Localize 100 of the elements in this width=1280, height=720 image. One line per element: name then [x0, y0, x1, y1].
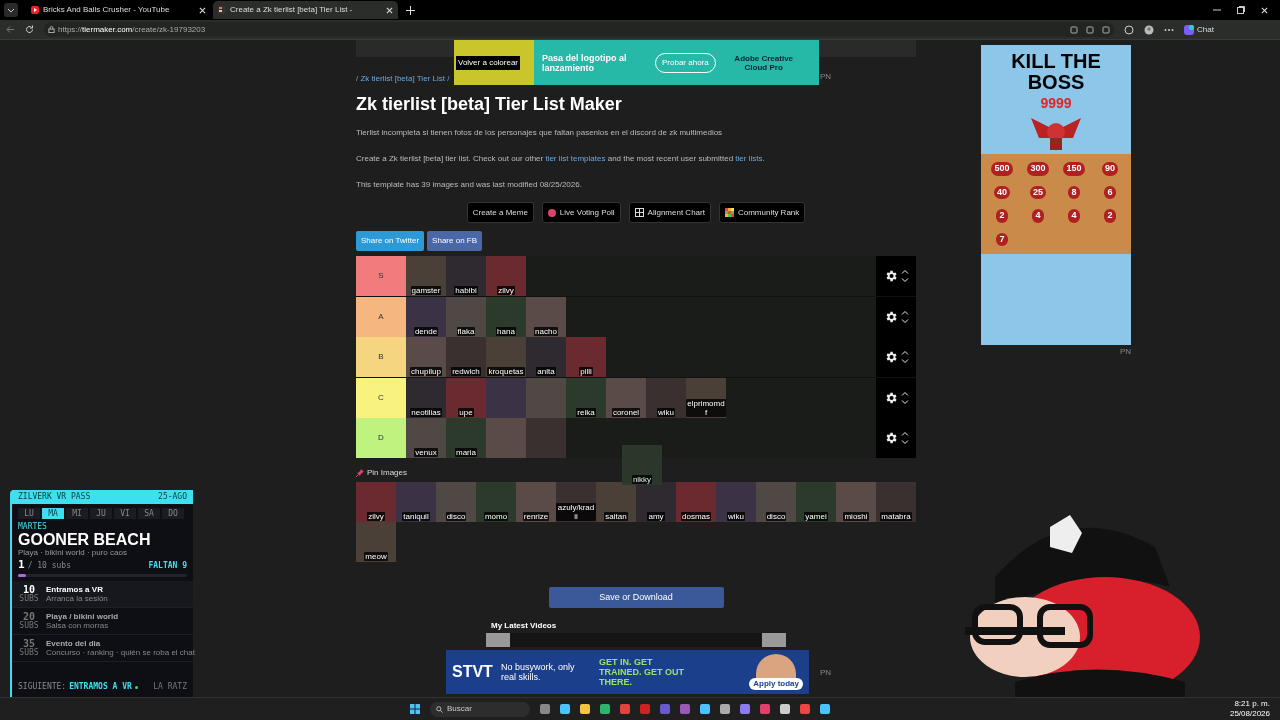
game-advertisement[interactable]: KILL THE BOSS 9999 500 300 150 90 40 25 8 6 2 4 4 2 7	[981, 45, 1131, 345]
profile-avatar-icon[interactable]	[1144, 24, 1154, 35]
photo-placeholder[interactable]: dende	[406, 296, 446, 337]
chevron-up-icon[interactable]	[900, 350, 909, 355]
ad-badge: Volver a colorear	[456, 55, 521, 70]
reload-icon[interactable]	[25, 25, 34, 34]
more-icon[interactable]	[1164, 27, 1174, 32]
photo-placeholder[interactable]: dosmas	[676, 482, 716, 522]
photo-placeholder[interactable]: momo	[476, 482, 516, 522]
photo-placeholder[interactable]: reika	[566, 377, 606, 418]
chevron-down-icon[interactable]	[900, 399, 909, 405]
photo-placeholder[interactable]: hana	[486, 296, 526, 337]
text-link[interactable]: tier list templates	[545, 154, 606, 163]
photo-placeholder[interactable]: anita	[526, 337, 566, 377]
photo-placeholder[interactable]: mioshi	[836, 482, 876, 522]
plus-icon[interactable]	[406, 5, 415, 15]
action-button[interactable]: Create a Meme	[466, 202, 534, 223]
day-tab[interactable]: VI	[114, 508, 136, 519]
day-tab[interactable]: MI	[66, 508, 88, 519]
photo-placeholder[interactable]: upe	[446, 377, 486, 418]
photo-placeholder[interactable]: neotilias	[406, 377, 446, 418]
photo-placeholder[interactable]: pilli	[566, 337, 606, 377]
start-icon[interactable]	[410, 704, 420, 714]
image-caption: flaka	[456, 326, 476, 336]
day-tab[interactable]: SA	[138, 508, 160, 519]
photo-placeholder[interactable]: chupilup	[406, 337, 446, 377]
dot-icon	[547, 208, 556, 217]
milestone-number: 20	[22, 612, 35, 622]
photo-placeholder[interactable]: maria	[446, 418, 486, 458]
photo-placeholder[interactable]: renrize	[516, 482, 556, 522]
photo-placeholder[interactable]: zilvy	[356, 482, 396, 522]
breadcrumb-link[interactable]: / Zk tierlist [beta] Tier List /	[356, 73, 450, 85]
pin-icon[interactable]	[356, 469, 364, 477]
photo-placeholder[interactable]: yamei	[796, 482, 836, 522]
day-tab[interactable]: JU	[90, 508, 112, 519]
chevron-down-icon[interactable]	[900, 440, 909, 445]
chevron-down-icon[interactable]	[900, 359, 909, 364]
image-caption: mioshi	[843, 512, 869, 521]
photo-placeholder[interactable]: wiku	[646, 377, 686, 418]
minimize-icon[interactable]	[1213, 6, 1221, 14]
browser-tab[interactable]: Create a Zk tierlist [beta] Tier List -	[213, 1, 398, 19]
restore-icon[interactable]	[1237, 6, 1245, 14]
back-icon[interactable]	[6, 25, 15, 34]
action-button[interactable]: Live Voting Poll	[541, 202, 621, 223]
tab-list-icon[interactable]	[4, 3, 18, 17]
photo-placeholder[interactable]: nacho	[526, 296, 566, 337]
day-tab[interactable]: DO	[162, 508, 184, 519]
video-thumbnail[interactable]	[486, 633, 510, 647]
photo-placeholder[interactable]: matabra	[876, 482, 916, 522]
video-thumbnail[interactable]	[762, 633, 786, 647]
action-button[interactable]: Community Rank	[718, 202, 806, 223]
copilot-logo-icon[interactable]	[1184, 24, 1194, 35]
pin-images-label[interactable]: Pin Images	[367, 467, 408, 479]
image-caption: maria	[455, 448, 477, 457]
photo-placeholder[interactable]: taniquil	[396, 482, 436, 522]
photo-placeholder[interactable]: zilvy	[486, 256, 526, 296]
advertisement-banner[interactable]: Volver a colorear Pasa del logotipo al lanzamiento Probar ahora Adobe Creative Cloud Pro	[454, 40, 819, 85]
photo-placeholder[interactable]: nikky	[622, 445, 662, 485]
next-label: SIGUIENTE:	[18, 681, 67, 693]
overlay-title: ZILVERK VR PASS	[18, 491, 91, 503]
photo-placeholder[interactable]: disco	[436, 482, 476, 522]
photo-placeholder[interactable]: redwich	[446, 337, 486, 377]
milestone-number: 10	[22, 585, 35, 595]
chevron-up-icon[interactable]	[900, 431, 909, 436]
photo-placeholder[interactable]: disco	[756, 482, 796, 522]
photo-placeholder[interactable]: azuly/kradii	[556, 482, 596, 522]
image-caption: zilvy	[367, 512, 385, 521]
day-tab[interactable]: LU	[18, 508, 40, 519]
photo-placeholder[interactable]: gamster	[406, 256, 446, 296]
chevron-down-icon[interactable]	[900, 318, 909, 324]
photo-placeholder[interactable]: wiku	[716, 482, 756, 522]
photo-placeholder[interactable]: meow	[356, 522, 396, 562]
photo-placeholder[interactable]: kroquetas	[486, 337, 526, 377]
photo-placeholder[interactable]: coronel	[606, 377, 646, 418]
milestone-subtitle: Concurso · ranking · quién se roba el chat	[46, 648, 195, 657]
chevron-up-icon[interactable]	[900, 269, 909, 274]
chevron-up-icon[interactable]	[900, 309, 909, 315]
ad-number: 40	[994, 185, 1010, 199]
close-icon[interactable]	[199, 6, 206, 14]
save-button[interactable]: Save or Download	[548, 587, 724, 608]
action-button[interactable]: Alignment Chart	[628, 202, 711, 223]
photo-placeholder[interactable]: elprimomdf	[686, 377, 726, 418]
chevron-up-icon[interactable]	[900, 390, 909, 396]
search-field[interactable]: Buscar	[430, 701, 530, 717]
image-caption: disco	[765, 512, 787, 521]
chat-button[interactable]: Chat	[1197, 23, 1214, 36]
day-tab[interactable]: MA	[42, 508, 64, 519]
share-button[interactable]: Share on FB	[427, 231, 483, 251]
address-bar[interactable]: https://tiermaker.com/create/zk-19793203	[44, 22, 1114, 37]
photo-placeholder[interactable]: flaka	[446, 296, 486, 337]
photo-placeholder[interactable]: venux	[406, 418, 446, 458]
chevron-down-icon[interactable]	[900, 278, 909, 283]
close-icon[interactable]	[386, 6, 393, 14]
photo-placeholder[interactable]: habibi	[446, 256, 486, 296]
browser-tab[interactable]: Bricks And Balls Crusher - YouTube	[26, 2, 211, 18]
photo-placeholder[interactable]: saitan	[596, 482, 636, 522]
close-icon[interactable]	[1261, 6, 1268, 14]
ad-slogan: GET IN. GET TRAINED. GET OUT THERE.	[598, 657, 685, 687]
url-text: https://tiermaker.com/create/zk-19793203	[58, 23, 206, 36]
ad-button[interactable]: Apply today	[749, 678, 803, 690]
